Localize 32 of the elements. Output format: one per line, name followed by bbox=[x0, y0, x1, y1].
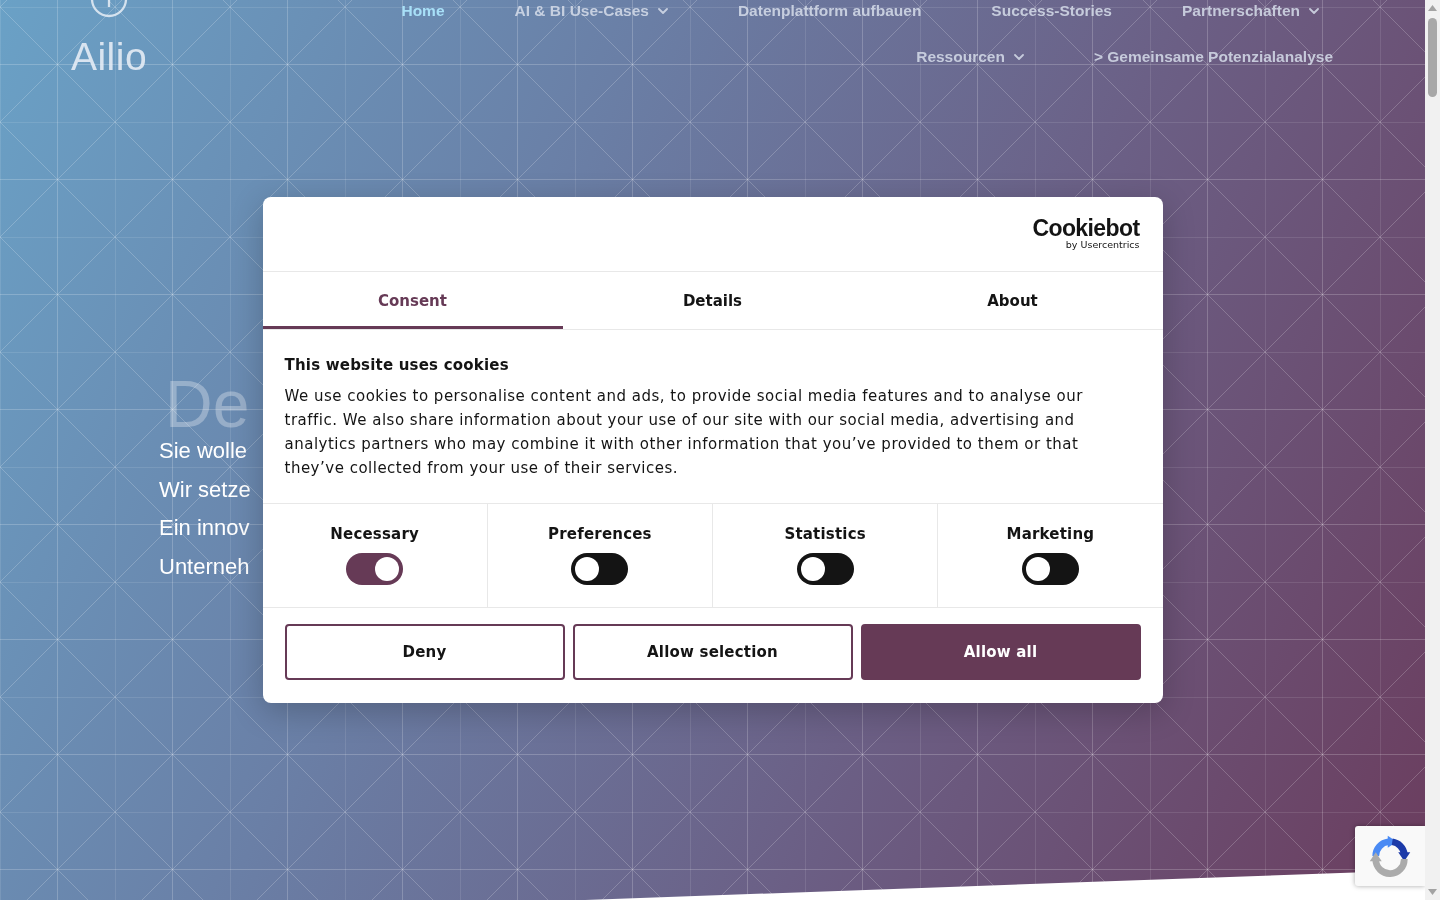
category-label: Preferences bbox=[548, 524, 652, 544]
toggle-switch[interactable] bbox=[1021, 553, 1079, 585]
brand-tagline: by Usercentrics bbox=[1065, 239, 1140, 250]
circle-logo-icon bbox=[89, 0, 129, 18]
hero-text-line: Ein innov bbox=[159, 514, 250, 542]
scrollbar-track[interactable] bbox=[1425, 0, 1440, 900]
category-label: Necessary bbox=[330, 524, 419, 544]
nav-link[interactable]: Ressourcen bbox=[916, 47, 1024, 67]
circular-arrows-icon bbox=[1369, 835, 1411, 877]
category-label: Statistics bbox=[784, 524, 866, 544]
dialog-title: This website uses cookies bbox=[284, 355, 510, 376]
toggle-switch[interactable] bbox=[796, 553, 854, 585]
scrollbar-thumb[interactable] bbox=[1428, 18, 1437, 97]
hero-text-line: Sie wolle bbox=[159, 437, 248, 465]
nav-link[interactable]: > Gemeinsame Potenzialanalyse bbox=[1093, 47, 1333, 67]
nav-link[interactable]: AI & BI Use-Cases bbox=[514, 1, 668, 21]
nav-link[interactable]: Partnerschaften bbox=[1182, 1, 1319, 21]
toggle-switch[interactable] bbox=[346, 553, 404, 585]
hero-text-line: Wir setze bbox=[159, 475, 251, 504]
nav-link[interactable]: Datenplattform aufbauen bbox=[737, 1, 922, 21]
outline-button[interactable]: Deny bbox=[284, 624, 565, 680]
nav-link[interactable]: Success-Stories bbox=[991, 1, 1112, 21]
outline-button[interactable]: Allow selection bbox=[572, 624, 853, 680]
category-label: Marketing bbox=[1006, 524, 1095, 544]
hero-text-line: Unterneh bbox=[159, 552, 250, 581]
nav-link[interactable]: Home bbox=[401, 1, 445, 21]
dialog-tab[interactable]: Consent bbox=[262, 272, 563, 329]
logo-wordmark: Ailio bbox=[70, 35, 148, 79]
primary-button[interactable]: Allow all bbox=[860, 624, 1141, 680]
toggle-switch[interactable] bbox=[571, 553, 629, 585]
brand-logo-text: Cookiebot bbox=[1032, 218, 1140, 238]
cookie-description: We use cookies to personalise content and ads, to provide social media features and to analyse our traffic. We also share information about your use of our site with our social media, advertising and analytics partners who may combine it with other information that you’ve provided to them or that they’ve collected from your use of their services. bbox=[284, 386, 1084, 479]
